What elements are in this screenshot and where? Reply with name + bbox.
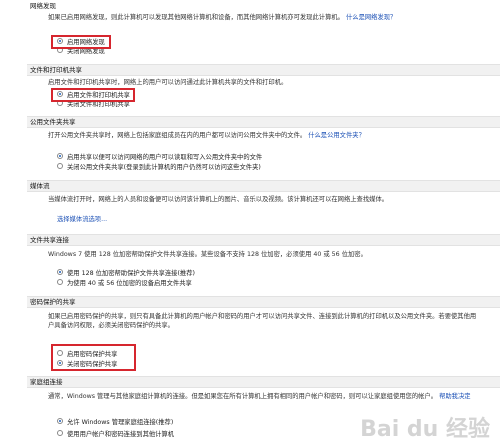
highlight-box [51, 35, 111, 49]
highlight-box [51, 344, 136, 371]
file-sharing-connections-desc: Windows 7 使用 128 位加密帮助保护文件共享连接。某些设备不支持 1… [48, 251, 367, 258]
watermark: Bai du 经验 [360, 417, 490, 442]
password-protected-sharing-desc: 如果已启用密码保护的共享，则只有具备此计算机的用户帐户和密码的用户才可以访问共享… [48, 313, 477, 329]
radio-use-account-password[interactable]: 使用用户帐户和密码连接到其他计算机 [57, 430, 174, 439]
radio-selected-icon [57, 418, 63, 424]
network-discovery-help-link[interactable]: 什么是网络发现？ [346, 14, 396, 21]
radio-unselected-icon [57, 430, 63, 436]
public-folder-sharing-desc: 打开公用文件夹共享时，网络上包括家庭组成员在内的用户都可以访问公用文件夹中的文件… [48, 132, 365, 139]
media-streaming-options-link[interactable]: 选择媒体流选项... [57, 216, 487, 225]
homegroup-help-link[interactable]: 帮助我决定 [439, 393, 470, 400]
public-folder-sharing-header: 公用文件夹共享 [27, 116, 500, 128]
public-folder-help-link[interactable]: 什么是公用文件夹？ [308, 132, 365, 139]
file-sharing-connections-header: 文件共享连接 [27, 234, 500, 246]
radio-selected-icon [57, 269, 63, 275]
file-printer-sharing-desc: 启用文件和打印机共享时，网络上的用户可以访问通过此计算机共享的文件和打印机。 [48, 79, 288, 86]
password-protected-sharing-header: 密码保护的共享 [27, 296, 500, 308]
radio-40-56-bit-encryption[interactable]: 为使用 40 或 56 位加密的设备启用文件共享 [57, 279, 192, 288]
media-streaming-header: 媒体流 [27, 180, 500, 192]
radio-128-bit-encryption[interactable]: 使用 128 位加密帮助保护文件共享连接(推荐) [57, 269, 195, 278]
highlight-box [51, 88, 135, 102]
radio-unselected-icon [57, 163, 63, 169]
radio-windows-manage-homegroup[interactable]: 允许 Windows 管理家庭组连接(推荐) [57, 418, 173, 427]
homegroup-connections-header: 家庭组连接 [27, 376, 500, 388]
radio-unselected-icon [57, 279, 63, 285]
media-streaming-desc: 当媒体流打开时，网络上的人员和设备便可以访问该计算机上的图片、音乐以及视频。该计… [48, 196, 389, 203]
radio-selected-icon [57, 153, 63, 159]
file-printer-sharing-header: 文件和打印机共享 [27, 64, 500, 76]
radio-disable-public-folder-sharing[interactable]: 关闭公用文件夹共享(登录到此计算机的用户仍然可以访问这些文件夹) [57, 163, 261, 172]
network-discovery-desc: 如果已启用网络发现，则此计算机可以发现其他网络计算机和设备，而其他网络计算机亦可… [48, 14, 397, 21]
homegroup-connections-desc: 通常，Windows 管理与其他家庭组计算机的连接。但是如果您在所有计算机上拥有… [48, 393, 471, 400]
network-discovery-title: 网络发现 [30, 2, 56, 10]
radio-enable-public-folder-sharing[interactable]: 启用共享以便可以访问网络的用户可以读取和写入公用文件夹中的文件 [57, 153, 262, 162]
